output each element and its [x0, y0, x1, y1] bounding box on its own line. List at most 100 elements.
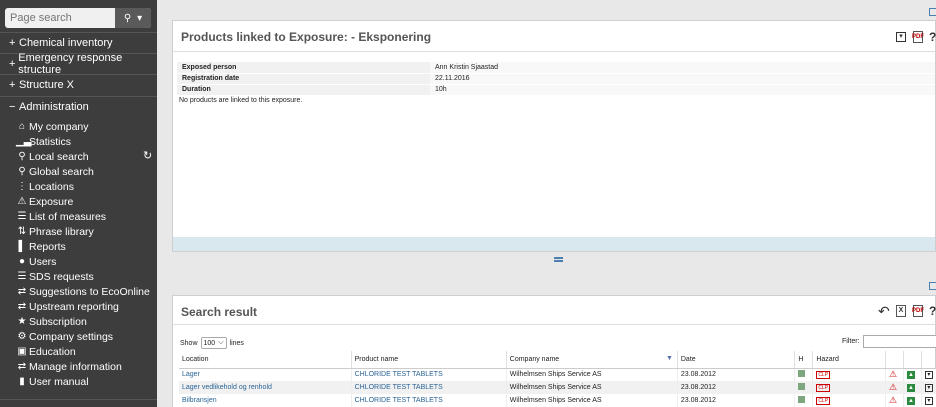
excel-icon[interactable]: X — [896, 305, 906, 317]
pdf-icon[interactable]: PDF — [912, 31, 924, 43]
filter-input[interactable] — [863, 335, 936, 348]
panel-footer — [173, 237, 935, 251]
nav-sds-requests[interactable]: ☰ SDS requests — [16, 269, 94, 284]
col-date[interactable]: Date — [677, 351, 796, 369]
warning-icon[interactable]: ⚠ — [889, 369, 897, 379]
page-search-input[interactable] — [5, 8, 115, 28]
undo-icon[interactable]: ↶ — [878, 303, 890, 320]
warning-cell: ⚠ — [885, 394, 904, 407]
nav-global-search[interactable]: ⚲ Global search — [16, 164, 93, 179]
upload-icon[interactable]: ▲ — [906, 370, 915, 379]
search-icon: ⚲ — [18, 151, 26, 162]
nav-statistics[interactable]: ▁▃ Statistics — [16, 134, 71, 149]
upload-icon[interactable]: ▲ — [906, 396, 915, 405]
table-row[interactable]: Lager vedlikehold og renhold CHLORIDE TE… — [179, 381, 936, 394]
nav-subscription[interactable]: ★ Subscription — [16, 314, 87, 329]
panel-title: Search result — [181, 305, 258, 319]
nav-phrase-library[interactable]: ⇅ Phrase library — [16, 224, 94, 239]
bar-chart-icon: ▁▃ — [16, 136, 32, 147]
upload-cell: ▲ — [903, 368, 922, 381]
external-link-icon[interactable] — [929, 8, 936, 16]
location-link[interactable]: Bilbransjen — [179, 394, 352, 407]
col-location[interactable]: Location — [179, 351, 352, 369]
nav-manage-information[interactable]: ⇄ Manage information — [16, 359, 122, 374]
section-structure-x[interactable]: + Structure X — [0, 74, 157, 95]
nav-company-settings[interactable]: ⚙ Company settings — [16, 329, 114, 344]
select-value: 100 — [203, 339, 216, 347]
product-link[interactable]: CHLORIDE TEST TABLETS — [351, 368, 507, 381]
section-administration[interactable]: − Administration — [0, 96, 157, 117]
chevron-down-icon: ⌵ — [218, 339, 224, 346]
dropdown-icon[interactable]: ▾ — [924, 383, 933, 392]
help-icon[interactable]: ? — [929, 304, 936, 318]
nav-education[interactable]: ▣ Education — [16, 344, 76, 359]
info-value: Ann Kristin Sjaastad — [430, 62, 935, 74]
dropdown-icon[interactable]: ▾ — [924, 396, 933, 405]
status-square-icon — [798, 396, 806, 403]
table-row[interactable]: Lager CHLORIDE TEST TABLETS Wilhelmsen S… — [179, 368, 936, 381]
panel-divider — [173, 324, 935, 325]
col-action-2 — [903, 351, 922, 369]
h-cell — [794, 381, 814, 394]
nav-upstream-reporting[interactable]: ⇄ Upstream reporting — [16, 299, 119, 314]
pdf-icon[interactable]: PDF — [912, 305, 924, 317]
company-cell: Wilhelmsen Ships Service AS — [506, 394, 678, 407]
nav-list-of-measures[interactable]: ☰ List of measures — [16, 209, 107, 224]
nav-user-manual[interactable]: ▮ User manual — [16, 374, 89, 389]
resize-handle[interactable] — [554, 257, 563, 262]
section-chemical-inventory[interactable]: + Chemical inventory — [0, 32, 157, 53]
expand-icon: + — [9, 37, 16, 49]
location-link[interactable]: Lager vedlikehold og renhold — [179, 381, 352, 394]
nav-label: Education — [29, 345, 76, 358]
col-h[interactable]: H — [794, 351, 814, 369]
panel-divider — [173, 51, 935, 52]
section-emergency-response[interactable]: + Emergency response structure — [0, 52, 157, 76]
nav-exposure[interactable]: ⚠ Exposure — [16, 194, 74, 209]
dropdown-cell: ▾ — [921, 381, 936, 394]
filter-label: Filter: — [842, 338, 860, 345]
nav-my-company[interactable]: ⌂ My company — [16, 119, 89, 134]
home-icon: ⌂ — [18, 121, 26, 132]
warning-icon[interactable]: ⚠ — [889, 395, 897, 405]
hazard-cell: CLP — [812, 381, 886, 394]
external-link-icon[interactable] — [929, 282, 936, 290]
company-cell: Wilhelmsen Ships Service AS — [506, 381, 678, 394]
nav-label: My company — [29, 120, 89, 133]
section-label: Chemical inventory — [19, 37, 113, 49]
show-label: Show — [180, 339, 198, 347]
table-row[interactable]: Bilbransjen CHLORIDE TEST TABLETS Wilhel… — [179, 394, 936, 407]
nav-local-search[interactable]: ⚲ Local search — [16, 149, 88, 164]
download-icon[interactable]: ▾ — [896, 32, 906, 42]
product-link[interactable]: CHLORIDE TEST TABLETS — [351, 381, 507, 394]
sitemap-icon: ⋮ — [17, 181, 27, 192]
nav-locations[interactable]: ⋮ Locations — [16, 179, 74, 194]
nav-reports[interactable]: ▌ Reports — [16, 239, 65, 254]
help-icon[interactable]: ? — [929, 30, 936, 44]
col-product-name[interactable]: Product name — [351, 351, 507, 369]
nav-users[interactable]: ● Users — [16, 254, 56, 269]
empty-message: No products are linked to this exposure. — [179, 97, 303, 104]
upload-icon[interactable]: ▲ — [906, 383, 915, 392]
nav-label: Statistics — [29, 135, 72, 148]
sidebar-divider — [0, 399, 157, 400]
nav-label: Users — [29, 255, 57, 268]
nav-label: Suggestions to EcoOnline — [29, 285, 150, 298]
col-action-3 — [921, 351, 936, 369]
list-icon: ☰ — [17, 271, 27, 282]
col-company-name[interactable]: Company name ▼ — [506, 351, 678, 369]
col-hazard[interactable]: Hazard — [812, 351, 886, 369]
page-length-select[interactable]: 100 ⌵ — [200, 337, 227, 349]
dropdown-icon[interactable]: ▾ — [924, 370, 933, 379]
product-link[interactable]: CHLORIDE TEST TABLETS — [351, 394, 507, 407]
nav-label: User manual — [29, 375, 89, 388]
refresh-icon[interactable]: ↻ — [143, 149, 152, 162]
info-row: Exposed person Ann Kristin Sjaastad — [177, 62, 935, 74]
location-link[interactable]: Lager — [179, 368, 352, 381]
dropdown-cell: ▾ — [921, 394, 936, 407]
clp-badge: CLP — [816, 396, 831, 405]
warning-icon[interactable]: ⚠ — [889, 382, 897, 392]
page-search-button[interactable]: ⚲ ▾ — [115, 8, 151, 28]
nav-suggestions[interactable]: ⇄ Suggestions to EcoOnline — [16, 284, 150, 299]
exchange-icon: ⇄ — [17, 361, 27, 372]
upload-cell: ▲ — [903, 381, 922, 394]
